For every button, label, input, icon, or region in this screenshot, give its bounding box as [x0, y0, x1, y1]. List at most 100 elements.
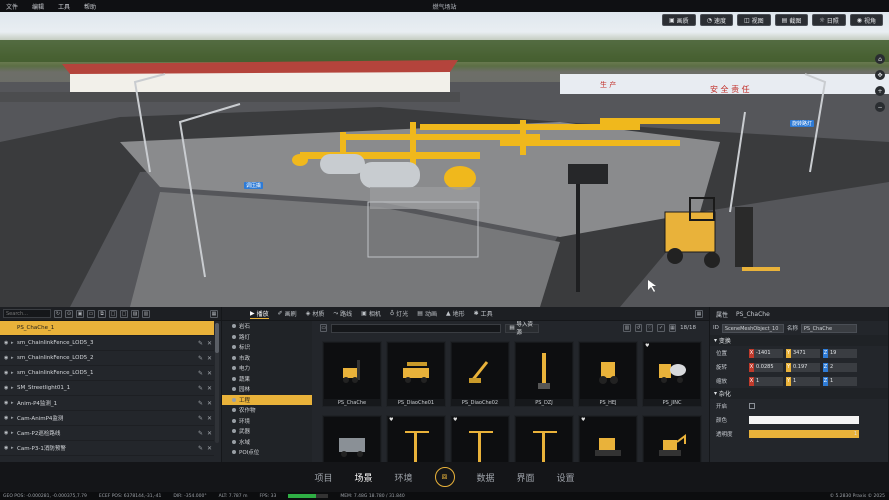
- eye-icon[interactable]: ◉: [4, 445, 11, 451]
- asset-card[interactable]: PS_DiaoChe01: [386, 341, 446, 407]
- category-item[interactable]: 岩石: [222, 321, 312, 332]
- asset-card[interactable]: [322, 415, 382, 462]
- category-item[interactable]: 水域: [222, 437, 312, 448]
- asset-card[interactable]: PS_HEJ: [578, 341, 638, 407]
- pan-button[interactable]: ✥: [875, 70, 885, 80]
- category-item[interactable]: 环境: [222, 416, 312, 427]
- tab-route[interactable]: ⤳ 路线: [333, 309, 352, 319]
- folder-icon[interactable]: ▭: [320, 324, 328, 332]
- nav-environment[interactable]: 环境: [394, 471, 412, 484]
- zoom-in-button[interactable]: +: [875, 86, 885, 96]
- name-field[interactable]: PS_ChaChe: [800, 323, 857, 333]
- nav-interface[interactable]: 界面: [517, 471, 535, 484]
- edit-icon[interactable]: ✎: [196, 430, 205, 437]
- category-item[interactable]: POI点位: [222, 447, 312, 458]
- transform-section[interactable]: ▾ 变换: [710, 335, 888, 346]
- tab-terrain[interactable]: ▲ 地形: [446, 309, 465, 318]
- heart-icon[interactable]: ♡: [646, 324, 654, 332]
- delete-icon[interactable]: ▥: [623, 324, 631, 332]
- nav-scene[interactable]: 场景: [354, 471, 372, 484]
- category-item[interactable]: 武器: [222, 426, 312, 437]
- delete-icon[interactable]: ▥: [142, 309, 150, 318]
- scene-label-regulator[interactable]: 调压撬: [244, 182, 264, 189]
- close-icon[interactable]: ✕: [205, 415, 214, 422]
- app-logo-icon[interactable]: ⧈: [434, 467, 455, 487]
- category-item[interactable]: 电力: [222, 363, 312, 374]
- asset-card[interactable]: ♥ PS_JINC: [642, 341, 702, 407]
- tab-light[interactable]: ♁ 灯光: [390, 309, 408, 318]
- folder-icon[interactable]: ▭: [87, 309, 95, 318]
- opacity-slider[interactable]: 1: [749, 430, 859, 438]
- locate-icon[interactable]: ⊙: [65, 309, 73, 318]
- edit-icon[interactable]: ✎: [196, 355, 205, 362]
- category-item[interactable]: 市政: [222, 353, 312, 364]
- eye-icon[interactable]: ◉: [4, 415, 11, 421]
- close-icon[interactable]: ✕: [205, 385, 214, 392]
- menu-help[interactable]: 帮助: [84, 2, 96, 11]
- asset-card[interactable]: ♥: [450, 415, 510, 462]
- asset-card[interactable]: [642, 415, 702, 462]
- tree-row[interactable]: ◉ ▸ sm_ChainlinkFence_LOD5_3 ✎ ✕: [0, 336, 214, 351]
- tree-row[interactable]: PS_ChaChe_1: [0, 321, 214, 336]
- square-icon[interactable]: □: [109, 309, 117, 318]
- home-view-button[interactable]: ⌂: [875, 54, 885, 64]
- speed-button[interactable]: ◔ 速度: [699, 14, 733, 26]
- grid-icon[interactable]: ▦: [668, 324, 677, 332]
- asset-path-field[interactable]: [331, 323, 502, 333]
- history-icon[interactable]: ↺: [634, 324, 643, 332]
- heart-icon[interactable]: ♥: [389, 417, 393, 423]
- square-icon[interactable]: □: [120, 309, 128, 318]
- enable-checkbox[interactable]: [749, 403, 755, 409]
- menu-edit[interactable]: 编辑: [32, 2, 44, 11]
- category-item[interactable]: 蔬果: [222, 374, 312, 385]
- category-item[interactable]: 工程: [222, 394, 312, 405]
- eye-icon[interactable]: ◉: [4, 340, 11, 346]
- outliner-search-input[interactable]: Search...: [3, 309, 51, 318]
- asset-card[interactable]: ♥: [578, 415, 638, 462]
- tree-row[interactable]: ◉ ▸ Cam-AnimP4监测 ✎ ✕: [0, 411, 214, 426]
- scene-label-lamp[interactable]: 旋转路灯: [790, 120, 815, 127]
- edit-icon[interactable]: ✎: [196, 400, 205, 407]
- copy-icon[interactable]: ⧉: [98, 309, 106, 318]
- category-item[interactable]: 标识: [222, 342, 312, 353]
- asset-card[interactable]: PS_DiaoChe02: [450, 341, 510, 407]
- asset-card[interactable]: PS_DZJ: [514, 341, 574, 407]
- tab-play[interactable]: ▶ 播放: [250, 309, 269, 319]
- tree-row[interactable]: ◉ ▸ sm_ChainlinkFence_LOD5_1 ✎ ✕: [0, 366, 214, 381]
- edit-icon[interactable]: ✎: [196, 445, 205, 452]
- close-icon[interactable]: ✕: [205, 430, 214, 437]
- tab-tools[interactable]: ✱ 工具: [474, 309, 493, 318]
- scrollbar-thumb[interactable]: [215, 323, 219, 353]
- check-icon[interactable]: ✓: [657, 324, 665, 332]
- scale-z-field[interactable]: Z1: [823, 376, 857, 386]
- close-icon[interactable]: ✕: [205, 340, 214, 347]
- misc-section[interactable]: ▾ 杂化: [710, 388, 888, 399]
- heart-icon[interactable]: ♥: [581, 417, 585, 423]
- camera-icon[interactable]: ▣: [76, 309, 84, 318]
- tree-row[interactable]: ◉ ▸ Anim-P4监测_1 ✎ ✕: [0, 396, 214, 411]
- rotation-y-field[interactable]: Y 0.197: [786, 362, 820, 372]
- eye-icon[interactable]: ◉: [4, 385, 11, 391]
- asset-card[interactable]: ♥: [386, 415, 446, 462]
- menu-file[interactable]: 文件: [6, 2, 18, 11]
- heart-icon[interactable]: ♥: [645, 343, 649, 349]
- outliner-scrollbar[interactable]: [215, 323, 219, 443]
- tree-row[interactable]: ◉ ▸ sm_ChainlinkFence_LOD5_2 ✎ ✕: [0, 351, 214, 366]
- edit-icon[interactable]: ✎: [196, 415, 205, 422]
- tab-material[interactable]: ◈ 材质: [306, 309, 325, 318]
- close-icon[interactable]: ✕: [205, 370, 214, 377]
- grid-icon[interactable]: ▦: [695, 309, 703, 318]
- tab-brush[interactable]: ✐ 画刷: [278, 309, 297, 318]
- 3d-viewport[interactable]: 安 全 责 任 生 产 调压撬 旋转路灯 ▣ 画质 ◔ 速度 ◫ 视图 ▤ 截图…: [0, 12, 889, 307]
- close-icon[interactable]: ✕: [205, 355, 214, 362]
- rotation-z-field[interactable]: Z2: [823, 362, 857, 372]
- position-x-field[interactable]: X -1401: [749, 348, 783, 358]
- category-item[interactable]: 园林: [222, 384, 312, 395]
- tree-row[interactable]: ◉ ▸ SM_Streetlight01_1 ✎ ✕: [0, 381, 214, 396]
- grid-icon[interactable]: ▦: [210, 309, 218, 318]
- asset-card[interactable]: [514, 415, 574, 462]
- edit-icon[interactable]: ✎: [196, 385, 205, 392]
- image-icon[interactable]: ▨: [131, 309, 139, 318]
- position-y-field[interactable]: Y 3471: [786, 348, 820, 358]
- nav-project[interactable]: 项目: [314, 471, 332, 484]
